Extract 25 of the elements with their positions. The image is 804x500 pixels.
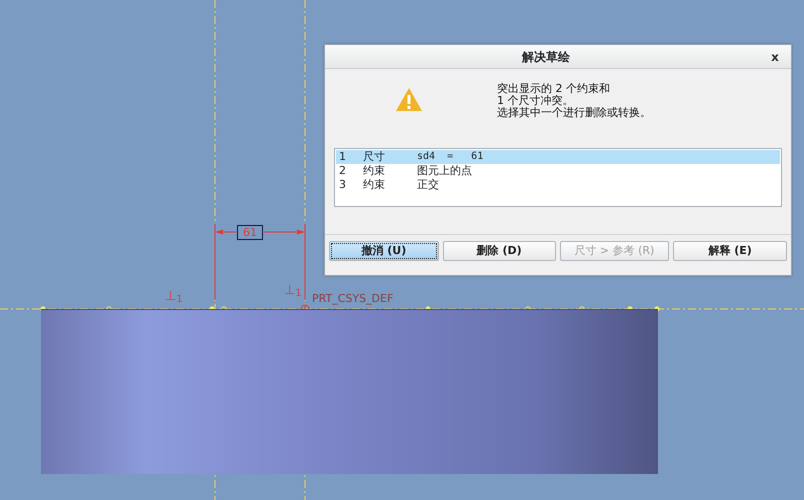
csys-label: PRT_CSYS_DEF — [312, 293, 394, 305]
constraint-symbol: ⊥$_{1}$ — [284, 284, 302, 298]
list-item[interactable]: 2 约束 图元上的点 — [336, 164, 780, 178]
constraint-symbol: ⊥$_{1}$ — [165, 290, 183, 304]
message-text: 突出显示的 2 个约束和 — [497, 83, 611, 95]
item-number: 1 — [339, 150, 347, 164]
dimension-value: 61 — [237, 225, 263, 240]
list-item[interactable]: 1 尺寸 sd4 = 61 — [336, 150, 780, 164]
dialog-button[interactable]: 撤消 (U) — [329, 241, 439, 261]
item-type: 约束 — [363, 164, 386, 178]
item-detail: 正交 — [417, 178, 439, 192]
warning-icon — [395, 87, 423, 112]
message-text: 选择其中一个进行删除或转换。 — [497, 107, 651, 119]
dialog-title: 解决草绘 — [520, 48, 571, 66]
close-button[interactable]: x — [767, 48, 783, 64]
item-type: 约束 — [363, 178, 386, 192]
item-type: 尺寸 — [363, 150, 386, 164]
item-detail: 图元上的点 — [417, 164, 472, 178]
item-detail: sd4 = 61 — [417, 150, 484, 164]
item-number: 2 — [339, 164, 347, 178]
item-number: 3 — [339, 178, 347, 192]
dialog-button[interactable]: 删除 (D) — [442, 241, 556, 261]
message-text: 1 个尺寸冲突。 — [497, 95, 574, 107]
dialog-button[interactable]: 解释 (E) — [673, 241, 787, 261]
list-item[interactable]: 3 约束 正交 — [336, 178, 780, 192]
